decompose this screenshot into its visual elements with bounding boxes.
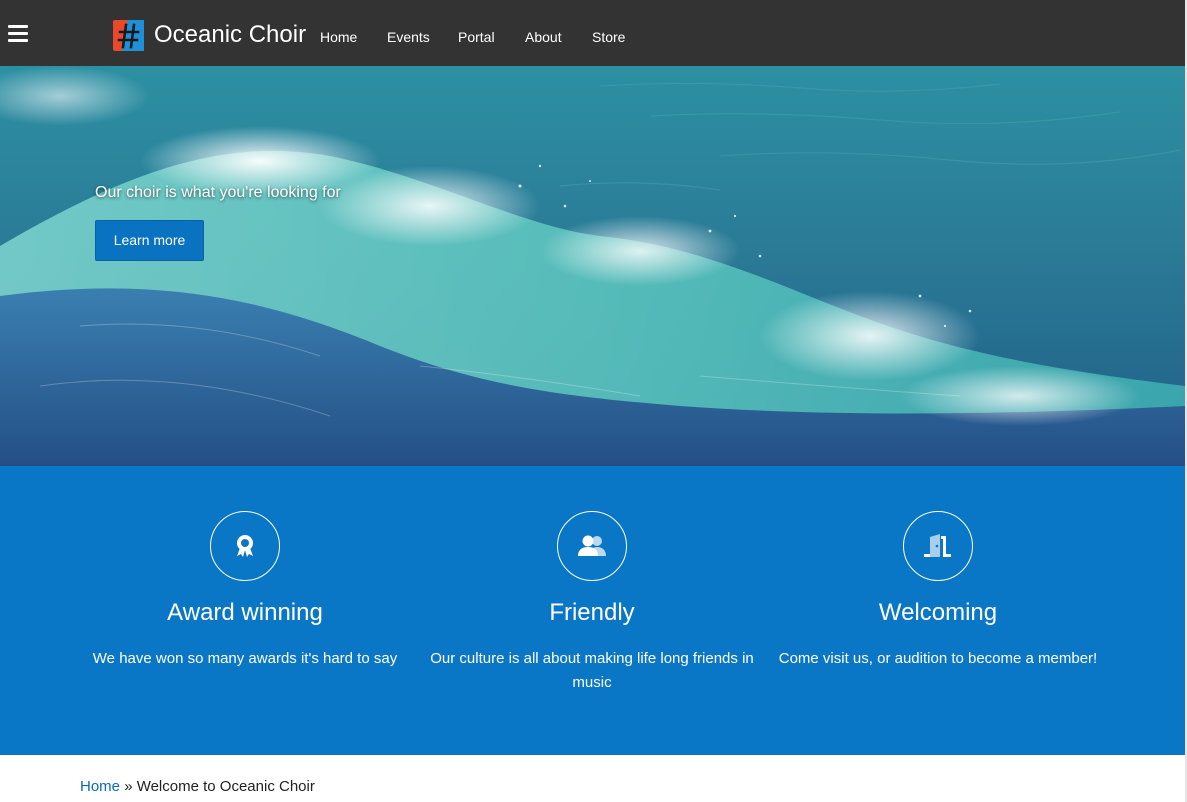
breadcrumb-current: Welcome to Oceanic Choir <box>136 778 315 795</box>
feature-text: We have won so many awards it's hard to … <box>92 650 398 667</box>
nav-home[interactable]: Home <box>320 27 357 47</box>
feature-title: Friendly <box>549 599 635 626</box>
site-title[interactable]: Oceanic Choir <box>154 20 306 50</box>
door-open-icon <box>903 511 973 581</box>
nav-portal[interactable]: Portal <box>458 27 495 47</box>
users-icon <box>557 511 627 581</box>
breadcrumb: Home » Welcome to Oceanic Choir <box>80 775 315 799</box>
nav-events[interactable]: Events <box>387 27 430 47</box>
breadcrumb-home-link[interactable]: Home <box>80 778 120 795</box>
nav-about[interactable]: About <box>525 27 562 47</box>
hash-logo-icon[interactable] <box>113 20 144 51</box>
feature-title: Award winning <box>167 599 323 626</box>
breadcrumb-separator: » <box>124 778 133 795</box>
hero-banner: Our choir is what you're looking for Lea… <box>0 66 1185 466</box>
feature-text: Our culture is all about making life lon… <box>430 650 754 691</box>
hamburger-menu-icon[interactable] <box>8 25 28 43</box>
ocean-wave-image <box>0 66 1185 466</box>
feature-title: Welcoming <box>878 599 998 626</box>
learn-more-button[interactable]: Learn more <box>95 220 204 261</box>
top-nav-bar: Oceanic Choir Home Events Portal About S… <box>0 0 1187 66</box>
features-section: Award winning We have won so many awards… <box>0 466 1185 755</box>
award-ribbon-icon <box>210 511 280 581</box>
hero-tagline: Our choir is what you're looking for <box>95 184 341 201</box>
nav-store[interactable]: Store <box>592 27 625 47</box>
feature-text: Come visit us, or audition to become a m… <box>778 650 1098 667</box>
